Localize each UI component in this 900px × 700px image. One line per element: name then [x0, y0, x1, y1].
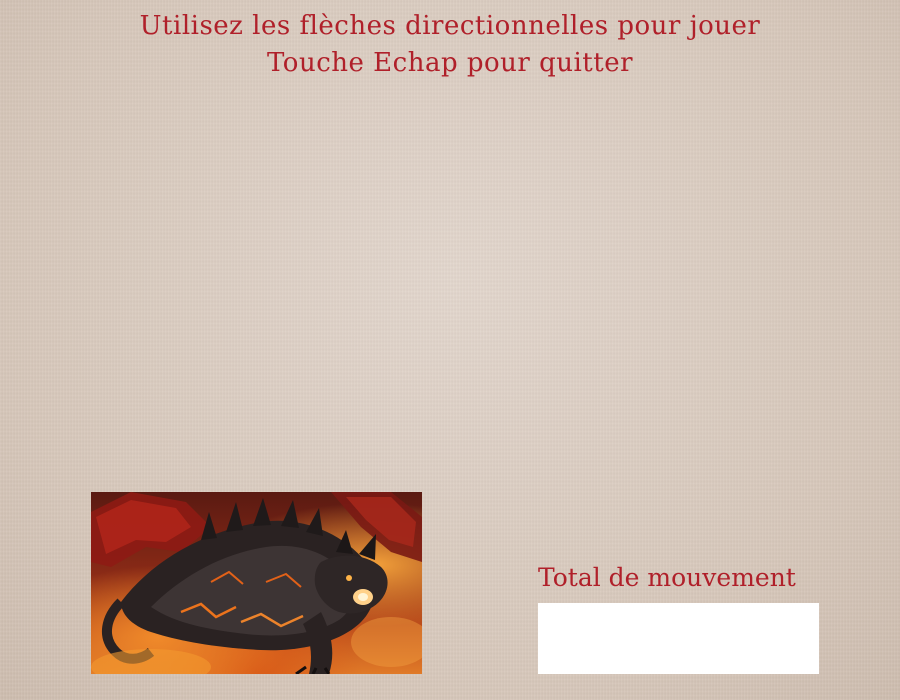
instructions: Utilisez les flèches directionnelles pou… [0, 8, 900, 82]
instruction-escape: Touche Echap pour quitter [266, 48, 634, 78]
instruction-arrows: Utilisez les flèches directionnelles pou… [139, 11, 761, 41]
moves-counter-label: Total de mouvement [538, 563, 796, 592]
moves-counter-field [538, 603, 819, 674]
dragon-image [91, 492, 422, 674]
